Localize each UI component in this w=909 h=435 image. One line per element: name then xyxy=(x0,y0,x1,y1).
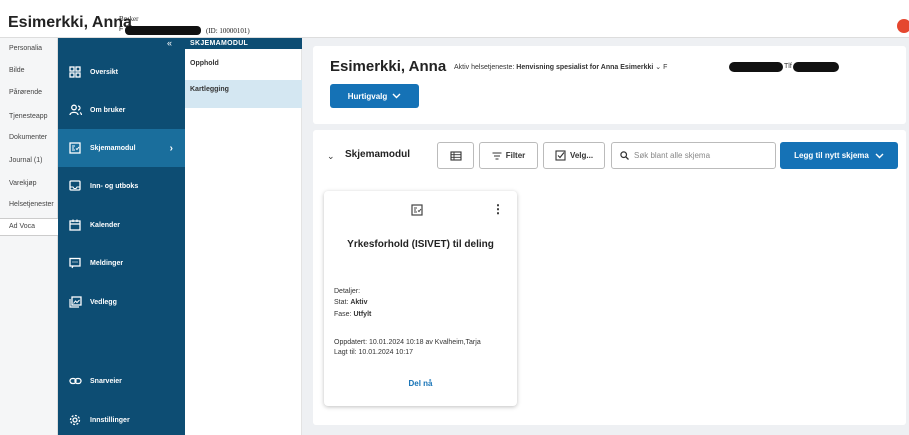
left-tab-journal[interactable]: Journal (1) xyxy=(0,157,58,164)
user-avatar-icon[interactable] xyxy=(897,19,909,33)
table-view-button[interactable] xyxy=(437,142,474,169)
calendar-icon xyxy=(68,218,82,232)
table-icon xyxy=(449,150,462,161)
redacted-phone xyxy=(793,62,839,72)
sidebar-item-skjemamodul[interactable]: Skjemamodul › xyxy=(58,129,185,167)
submenu-item-kartlegging[interactable]: Kartlegging xyxy=(185,80,302,108)
velg-button[interactable]: Velg... xyxy=(543,142,605,169)
card-updated: Oppdatert: 10.01.2024 10:18 av Kvalheim,… xyxy=(334,339,481,346)
card-details-label: Detaljer: xyxy=(334,288,361,295)
left-tab-bilde[interactable]: Bilde xyxy=(0,67,58,74)
form-icon xyxy=(411,203,423,216)
filter-icon xyxy=(492,151,502,160)
role-label: Bruker xyxy=(119,15,139,23)
sidebar-item-kalender[interactable]: Kalender xyxy=(58,206,185,244)
sidebar-item-snarveier[interactable]: Snarveier xyxy=(58,362,185,400)
grid-icon xyxy=(68,65,82,79)
chevron-right-icon: › xyxy=(169,142,173,154)
search-placeholder: Søk blant alle skjema xyxy=(634,151,711,160)
id-prefix: F xyxy=(119,26,124,33)
card-status: Stat: Aktiv xyxy=(334,299,367,306)
search-icon xyxy=(620,151,629,160)
share-now-link[interactable]: Del nå xyxy=(324,379,517,388)
patient-name-header: Esimerkki, Anna xyxy=(8,14,132,31)
patient-id: (ID: 10000101) xyxy=(206,27,250,35)
collapse-sidebar-icon[interactable]: « xyxy=(167,38,172,48)
sidebar-item-label: Snarveier xyxy=(90,377,122,385)
users-icon xyxy=(68,103,82,117)
checkbox-icon xyxy=(555,150,566,161)
chevron-down-icon xyxy=(392,93,401,99)
add-form-button[interactable]: Legg til nytt skjema xyxy=(780,142,898,169)
sidebar-item-om-bruker[interactable]: Om bruker xyxy=(58,91,185,129)
sidebar-item-label: Meldinger xyxy=(90,259,124,267)
left-tab-ad-voca[interactable]: Ad Voca xyxy=(0,218,58,236)
status-value: Aktiv xyxy=(350,299,368,306)
status-label: Stat: xyxy=(334,299,349,306)
card-added: Lagt til: 10.01.2024 10:17 xyxy=(334,349,414,356)
redacted-f-number xyxy=(729,62,783,72)
hurtigvalg-button[interactable]: Hurtigvalg xyxy=(330,84,419,108)
form-icon xyxy=(68,141,82,155)
link-icon xyxy=(68,374,82,388)
f-label: F xyxy=(663,64,668,71)
sidebar-item-vedlegg[interactable]: Vedlegg xyxy=(58,283,185,321)
left-tab-personalia[interactable]: Personalia xyxy=(0,45,58,52)
left-tabs xyxy=(0,38,58,435)
sidebar-item-label: Vedlegg xyxy=(90,298,117,306)
section-title: Skjemamodul xyxy=(345,149,411,160)
sidebar-item-meldinger[interactable]: Meldinger xyxy=(58,244,185,282)
active-service-info[interactable]: Aktiv helsetjeneste: Henvisning spesiali… xyxy=(454,63,667,71)
left-tab-helsetjenester[interactable]: Helsetjenester xyxy=(0,201,58,208)
card-title: Yrkesforhold (ISIVET) til deling xyxy=(347,239,494,250)
submenu-item-opphold[interactable]: Opphold xyxy=(185,60,302,67)
sidebar-item-innstillinger[interactable]: Innstillinger xyxy=(58,401,185,435)
sidebar-item-label: Oversikt xyxy=(90,68,119,76)
search-input[interactable]: Søk blant alle skjema xyxy=(611,142,776,169)
left-tab-dokumenter[interactable]: Dokumenter xyxy=(0,134,58,141)
collapse-chevron-icon[interactable]: ⌄ xyxy=(327,151,335,162)
redacted-id xyxy=(125,26,201,35)
chevron-down-icon xyxy=(875,153,884,158)
message-icon xyxy=(68,256,82,270)
chevron-down-icon: ⌄ xyxy=(655,64,662,71)
sidebar-item-label: Om bruker xyxy=(90,106,126,114)
card-phase: Fase: Utfylt xyxy=(334,311,371,318)
filter-button[interactable]: Filter xyxy=(479,142,538,169)
attachment-icon xyxy=(68,295,82,309)
sidebar-item-label: Skjemamodul xyxy=(90,144,136,152)
app-root: Esimerkki, Anna Bruker F (ID: 10000101) … xyxy=(0,0,909,435)
inbox-icon xyxy=(68,179,82,193)
filter-label: Filter xyxy=(505,151,526,160)
phase-label: Fase: xyxy=(334,311,352,318)
settings-icon xyxy=(68,413,82,427)
page-title: Esimerkki, Anna xyxy=(330,58,447,75)
velg-label: Velg... xyxy=(569,151,594,160)
phase-value: Utfylt xyxy=(353,311,372,318)
sidebar-item-oversikt[interactable]: Oversikt xyxy=(58,53,185,91)
left-tab-parorende[interactable]: Pårørende xyxy=(0,89,58,96)
sidebar-item-label: Inn- og utboks xyxy=(90,182,139,190)
sidebar-item-label: Kalender xyxy=(90,221,120,229)
active-service-value: Henvisning spesialist for Anna Esimerkki xyxy=(516,64,654,71)
sidebar-item-inn-og-utboks[interactable]: Inn- og utboks xyxy=(58,167,185,205)
hurtigvalg-label: Hurtigvalg xyxy=(347,91,388,101)
add-form-label: Legg til nytt skjema xyxy=(794,151,869,160)
left-tab-varekjop[interactable]: Varekjøp xyxy=(0,180,58,187)
more-options-icon[interactable]: ⋮ xyxy=(492,203,504,215)
active-service-label: Aktiv helsetjeneste: xyxy=(454,64,515,71)
left-tab-tjenesteapp[interactable]: Tjenesteapp xyxy=(0,113,58,120)
sidebar-item-label: Innstillinger xyxy=(90,416,130,424)
submenu-title: SKJEMAMODUL xyxy=(185,38,302,49)
tlf-label: Tlf xyxy=(784,63,792,70)
